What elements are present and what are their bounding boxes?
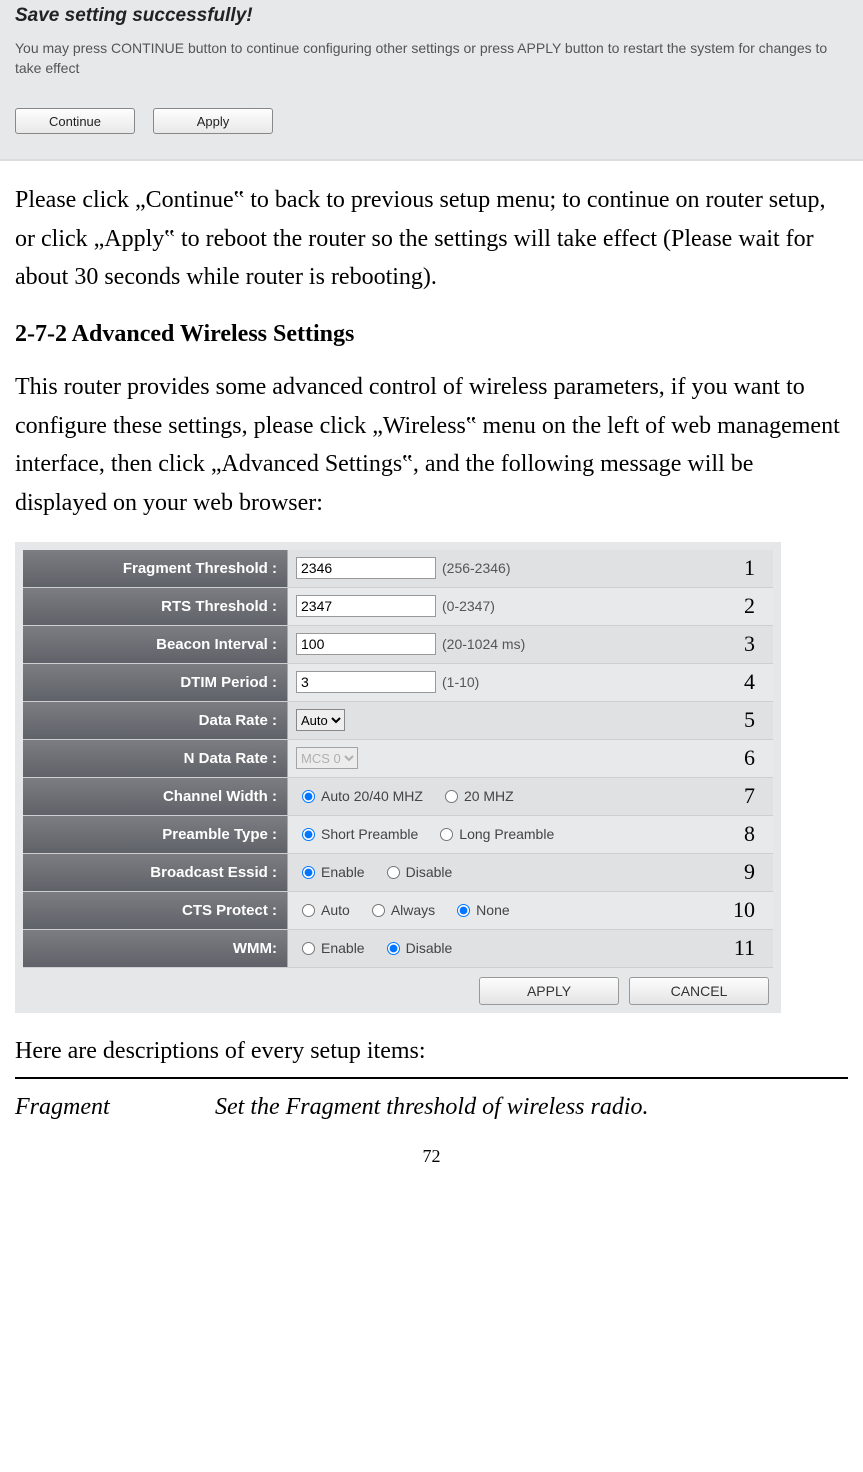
annotation-number: 1 — [744, 555, 755, 581]
setting-value-cell: Enable Disable — [288, 854, 773, 891]
radio-group: Auto 20/40 MHZ 20 MHZ — [296, 788, 526, 804]
setting-value-cell: Auto Always None — [288, 892, 773, 929]
radio-label: Disable — [406, 940, 453, 956]
setting-label: DTIM Period : — [23, 664, 288, 701]
setting-label: Broadcast Essid : — [23, 854, 288, 891]
text-input[interactable] — [296, 557, 436, 579]
dialog-subtext: You may press CONTINUE button to continu… — [15, 39, 848, 78]
annotation-number: 10 — [733, 897, 755, 923]
annotation-number: 6 — [744, 745, 755, 771]
settings-row: Data Rate : Auto 5 — [23, 702, 773, 740]
radio-input[interactable] — [302, 790, 315, 803]
setting-label: Fragment Threshold : — [23, 550, 288, 587]
radio-group: Auto Always None — [296, 902, 522, 918]
annotation-number: 7 — [744, 783, 755, 809]
radio-label: Auto 20/40 MHZ — [321, 788, 423, 804]
hint-text: (20-1024 ms) — [442, 636, 525, 652]
annotation-number: 4 — [744, 669, 755, 695]
radio-label: None — [476, 902, 509, 918]
radio-input[interactable] — [372, 904, 385, 917]
panel-apply-button[interactable]: APPLY — [479, 977, 619, 1005]
radio-group: Enable Disable — [296, 940, 464, 956]
setting-value-cell: Auto — [288, 702, 773, 739]
section-heading: 2-7-2 Advanced Wireless Settings — [0, 296, 863, 348]
settings-row: CTS Protect : Auto Always None 10 — [23, 892, 773, 930]
continue-button[interactable]: Continue — [15, 108, 135, 134]
settings-row: Preamble Type : Short Preamble Long Preamb… — [23, 816, 773, 854]
setting-label: WMM: — [23, 930, 288, 967]
setting-label: Data Rate : — [23, 702, 288, 739]
setting-label: Beacon Interval : — [23, 626, 288, 663]
radio-input[interactable] — [457, 904, 470, 917]
text-input[interactable] — [296, 671, 436, 693]
setting-value-cell: (1-10) — [288, 664, 773, 701]
settings-row: DTIM Period : (1-10) 4 — [23, 664, 773, 702]
annotation-number: 9 — [744, 859, 755, 885]
setting-label: CTS Protect : — [23, 892, 288, 929]
description-definition: Set the Fragment threshold of wireless r… — [215, 1094, 848, 1121]
setting-value-cell: (0-2347) — [288, 588, 773, 625]
setting-value-cell: Auto 20/40 MHZ 20 MHZ — [288, 778, 773, 815]
radio-label: Always — [391, 902, 435, 918]
setting-value-cell: MCS 0 — [288, 740, 773, 777]
radio-group: Enable Disable — [296, 864, 464, 880]
setting-value-cell: (256-2346) — [288, 550, 773, 587]
setting-value-cell: Short Preamble Long Preamble — [288, 816, 773, 853]
hint-text: (0-2347) — [442, 598, 495, 614]
descriptions-intro: Here are descriptions of every setup ite… — [0, 1023, 863, 1065]
settings-row: N Data Rate : MCS 0 6 — [23, 740, 773, 778]
settings-row: WMM: Enable Disable 11 — [23, 930, 773, 968]
radio-input[interactable] — [302, 904, 315, 917]
text-input[interactable] — [296, 595, 436, 617]
dialog-button-row: Continue Apply — [15, 108, 848, 134]
radio-label: Enable — [321, 864, 365, 880]
radio-label: 20 MHZ — [464, 788, 514, 804]
settings-row: Broadcast Essid : Enable Disable 9 — [23, 854, 773, 892]
radio-input[interactable] — [387, 942, 400, 955]
hint-text: (256-2346) — [442, 560, 511, 576]
settings-row: RTS Threshold : (0-2347) 2 — [23, 588, 773, 626]
paragraph-continue-apply: Please click „Continue‟ to back to previ… — [0, 161, 863, 296]
save-dialog: Save setting successfully! You may press… — [0, 0, 863, 161]
annotation-number: 2 — [744, 593, 755, 619]
annotation-number: 11 — [734, 935, 755, 961]
radio-input[interactable] — [302, 942, 315, 955]
annotation-number: 5 — [744, 707, 755, 733]
radio-group: Short Preamble Long Preamble — [296, 826, 566, 842]
annotation-number: 3 — [744, 631, 755, 657]
radio-label: Auto — [321, 902, 350, 918]
description-row: Fragment Set the Fragment threshold of w… — [0, 1079, 863, 1121]
settings-row: Fragment Threshold : (256-2346) 1 — [23, 550, 773, 588]
setting-value-cell: Enable Disable — [288, 930, 773, 967]
setting-label: RTS Threshold : — [23, 588, 288, 625]
radio-label: Short Preamble — [321, 826, 418, 842]
hint-text: (1-10) — [442, 674, 479, 690]
radio-input[interactable] — [387, 866, 400, 879]
apply-button[interactable]: Apply — [153, 108, 273, 134]
radio-input[interactable] — [445, 790, 458, 803]
select-input: MCS 0 — [296, 747, 358, 769]
panel-footer-buttons: APPLY CANCEL — [479, 977, 769, 1005]
radio-input[interactable] — [440, 828, 453, 841]
settings-row: Channel Width : Auto 20/40 MHZ 20 MHZ 7 — [23, 778, 773, 816]
radio-label: Long Preamble — [459, 826, 554, 842]
setting-value-cell: (20-1024 ms) — [288, 626, 773, 663]
radio-input[interactable] — [302, 866, 315, 879]
advanced-settings-panel: Fragment Threshold : (256-2346) 1 RTS Thres… — [15, 542, 781, 1013]
radio-input[interactable] — [302, 828, 315, 841]
setting-label: Preamble Type : — [23, 816, 288, 853]
setting-label: Channel Width : — [23, 778, 288, 815]
radio-label: Disable — [406, 864, 453, 880]
dialog-title: Save setting successfully! — [15, 5, 848, 27]
select-input[interactable]: Auto — [296, 709, 345, 731]
description-term: Fragment — [15, 1094, 215, 1121]
settings-row: Beacon Interval : (20-1024 ms) 3 — [23, 626, 773, 664]
setting-label: N Data Rate : — [23, 740, 288, 777]
text-input[interactable] — [296, 633, 436, 655]
annotation-number: 8 — [744, 821, 755, 847]
panel-cancel-button[interactable]: CANCEL — [629, 977, 769, 1005]
paragraph-advanced-intro: This router provides some advanced contr… — [0, 348, 863, 522]
page-number: 72 — [0, 1121, 863, 1177]
radio-label: Enable — [321, 940, 365, 956]
